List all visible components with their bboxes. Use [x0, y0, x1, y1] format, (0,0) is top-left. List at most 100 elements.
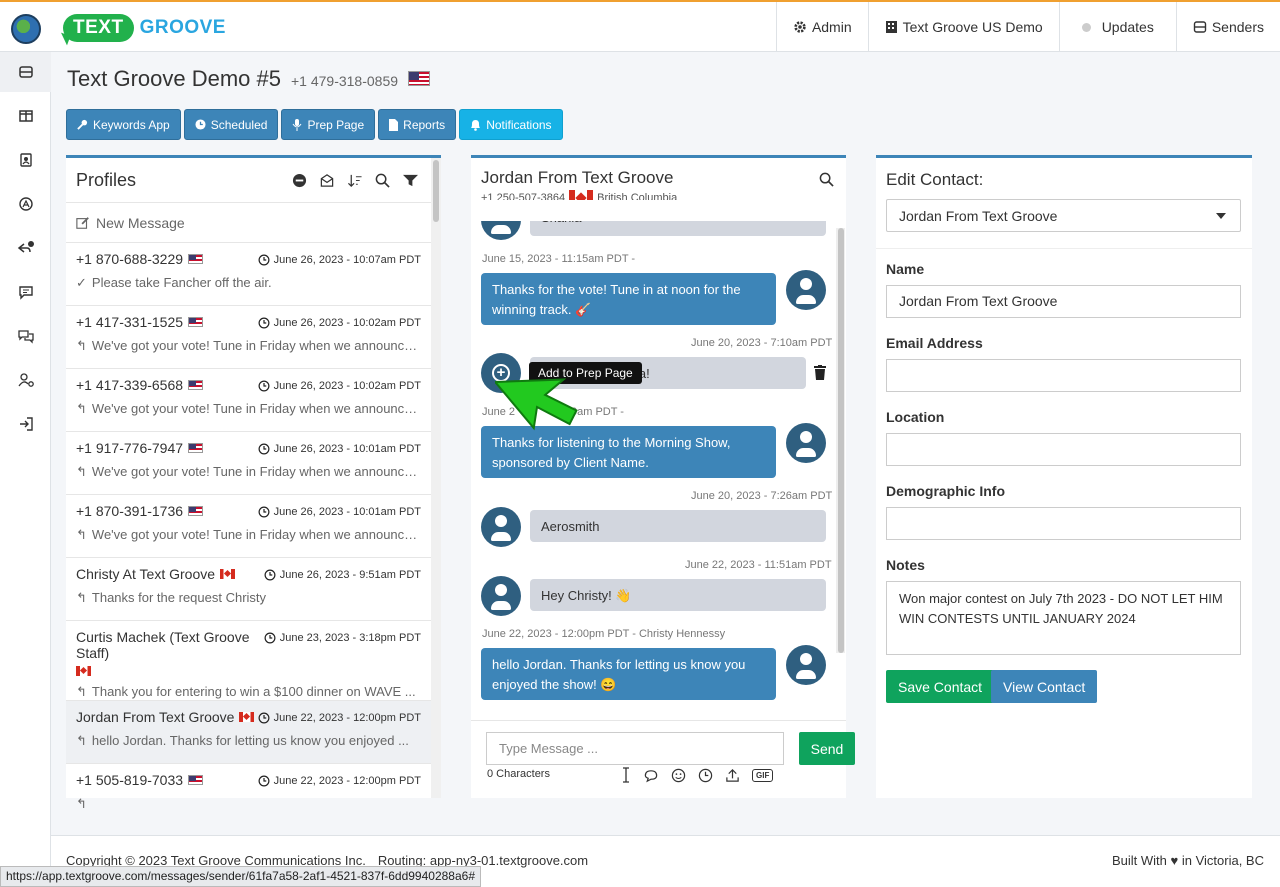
reports-button[interactable]: Reports [378, 109, 457, 140]
scheduled-button[interactable]: Scheduled [183, 109, 279, 140]
app-store-icon [18, 197, 33, 211]
profile-last-message: ↰ Thanks for the request Christy [76, 590, 421, 606]
logo-text-left: TEXT [63, 14, 134, 42]
account-menu[interactable]: Text Groove US Demo [867, 2, 1059, 52]
notifications-button[interactable]: Notifications [459, 109, 563, 140]
notifications-label: Notifications [486, 117, 552, 132]
profile-date: June 26, 2023 - 10:02am PDT [258, 380, 421, 392]
profiles-scroll-thumb[interactable] [433, 160, 439, 222]
trash-icon[interactable] [814, 365, 826, 380]
search-icon[interactable] [819, 172, 834, 187]
sidebar-item-inbox[interactable] [0, 52, 51, 92]
sidebar-item-logout[interactable] [0, 404, 51, 444]
sidebar-item-scheduled-reply[interactable] [0, 228, 51, 268]
profile-date-text: June 23, 2023 - 3:18pm PDT [279, 632, 421, 644]
footer-right: Built With ♥ in Victoria, BC [1112, 853, 1264, 868]
profile-row[interactable]: +1 505-819-7033 June 22, 2023 - 12:00pm P… [66, 763, 431, 826]
profile-row[interactable]: Christy At Text Groove June 26, 2023 - 9:… [66, 557, 431, 620]
us-flag-icon [188, 775, 204, 785]
profile-last-message: ↰ We've got your vote! Tune in Friday whe… [76, 527, 421, 543]
clock-icon[interactable] [698, 768, 713, 783]
page-title: Text Groove Demo #5 +1 479-318-0859 [67, 66, 431, 92]
message-input[interactable]: Type Message ... [486, 732, 784, 765]
document-icon [389, 118, 399, 131]
text-groove-logo[interactable]: TEXT GROOVE [63, 12, 226, 44]
chat-scrollbar[interactable] [836, 228, 845, 653]
reply-icon: ↰ [76, 590, 87, 605]
chat-scroll-thumb[interactable] [838, 228, 844, 653]
sidebar-item-user-settings[interactable] [0, 360, 51, 400]
notes-field[interactable]: Won major contest on July 7th 2023 - DO … [886, 581, 1241, 655]
profile-row[interactable]: +1 870-688-3229 June 26, 2023 - 10:07am P… [66, 242, 431, 305]
profile-row[interactable]: Jordan From Text Groove June 22, 2023 - 1… [66, 700, 431, 763]
text-cursor-icon[interactable] [621, 767, 631, 783]
sidebar-item-conversations[interactable] [0, 316, 51, 356]
us-flag-icon [188, 380, 204, 390]
upload-icon[interactable] [725, 768, 740, 783]
sidebar-item-layout[interactable] [0, 96, 51, 136]
message-icon [18, 286, 33, 300]
profile-row[interactable]: +1 417-331-1525 June 26, 2023 - 10:02am P… [66, 305, 431, 368]
logout-icon [19, 417, 33, 431]
profile-last-message: ↰ hello Jordan. Thanks for letting us kno… [76, 733, 421, 749]
email-label: Email Address [886, 335, 983, 351]
gif-button[interactable]: GIF [752, 768, 774, 782]
name-field[interactable]: Jordan From Text Groove [886, 285, 1241, 318]
avatar [786, 423, 826, 463]
profile-row[interactable]: +1 870-391-1736 June 26, 2023 - 10:01am P… [66, 494, 431, 557]
updates-menu[interactable]: Updates [1058, 2, 1176, 52]
message-bubble-incoming[interactable]: Hey Christy! 👋 [530, 579, 826, 611]
edit-contact-panel: Edit Contact: Jordan From Text Groove Na… [876, 155, 1252, 798]
profile-name-text: Christy At Text Groove [76, 566, 216, 582]
email-field[interactable] [886, 359, 1241, 392]
profile-row[interactable]: +1 417-339-6568 June 26, 2023 - 10:02am P… [66, 368, 431, 431]
admin-menu[interactable]: Admin [775, 2, 868, 52]
send-button[interactable]: Send [799, 732, 855, 765]
prep-page-button[interactable]: Prep Page [281, 109, 376, 140]
globe-logo-icon[interactable] [11, 14, 41, 44]
message-bubble-outgoing[interactable]: Thanks for the vote! Tune in at noon for… [481, 273, 776, 325]
profile-row[interactable]: Curtis Machek (Text Groove Staff) June 23… [66, 620, 431, 700]
sort-icon[interactable] [347, 173, 363, 188]
save-contact-button[interactable]: Save Contact [886, 670, 995, 703]
clock-icon [258, 380, 270, 392]
contact-select[interactable]: Jordan From Text Groove [886, 199, 1241, 232]
clock-icon [258, 254, 270, 266]
sidebar-item-messages[interactable] [0, 272, 51, 312]
search-icon[interactable] [375, 173, 390, 188]
message-meta: June 22, 2023 - 12:00pm PDT - Christy He… [482, 628, 726, 640]
view-contact-button[interactable]: View Contact [991, 670, 1098, 703]
logo-text-right: GROOVE [139, 17, 226, 38]
profiles-panel: Profiles New Message +1 870-688-3229 June… [66, 155, 441, 811]
profile-date: June 26, 2023 - 10:01am PDT [258, 443, 421, 455]
keywords-app-button[interactable]: Keywords App [66, 109, 181, 140]
message-bubble-incoming[interactable]: Aerosmith [530, 510, 826, 542]
canada-flag-icon [239, 712, 255, 722]
smiley-icon[interactable] [671, 768, 686, 783]
location-field[interactable] [886, 433, 1241, 466]
avatar [481, 576, 521, 616]
new-message-link[interactable]: New Message [66, 202, 441, 242]
demographic-field[interactable] [886, 507, 1241, 540]
profiles-scrollbar[interactable] [431, 158, 441, 798]
comment-icon[interactable] [643, 768, 659, 783]
sidebar-item-apps[interactable] [0, 184, 51, 224]
filter-icon[interactable] [402, 173, 419, 188]
profile-row[interactable]: +1 917-776-7947 June 26, 2023 - 10:01am P… [66, 431, 431, 494]
microphone-icon [293, 118, 302, 131]
reply-icon: ↰ [76, 338, 87, 353]
avatar [786, 645, 826, 685]
reply-icon: ↰ [76, 796, 87, 811]
bell-icon [471, 119, 481, 131]
clock-icon [258, 443, 270, 455]
us-flag-icon [188, 254, 204, 264]
senders-menu[interactable]: Senders [1175, 2, 1280, 52]
profile-date-text: June 26, 2023 - 10:07am PDT [273, 254, 421, 266]
profile-name-text: +1 870-688-3229 [76, 251, 184, 267]
sidebar-item-contacts[interactable] [0, 140, 51, 180]
minus-circle-icon[interactable] [292, 173, 307, 188]
message-meta: June 20, 2023 - 7:26am PDT [691, 490, 833, 502]
profile-last-message-text: hello Jordan. Thanks for letting us know… [91, 733, 409, 748]
envelope-open-icon[interactable] [319, 173, 335, 188]
message-bubble-outgoing[interactable]: hello Jordan. Thanks for letting us know… [481, 648, 776, 700]
